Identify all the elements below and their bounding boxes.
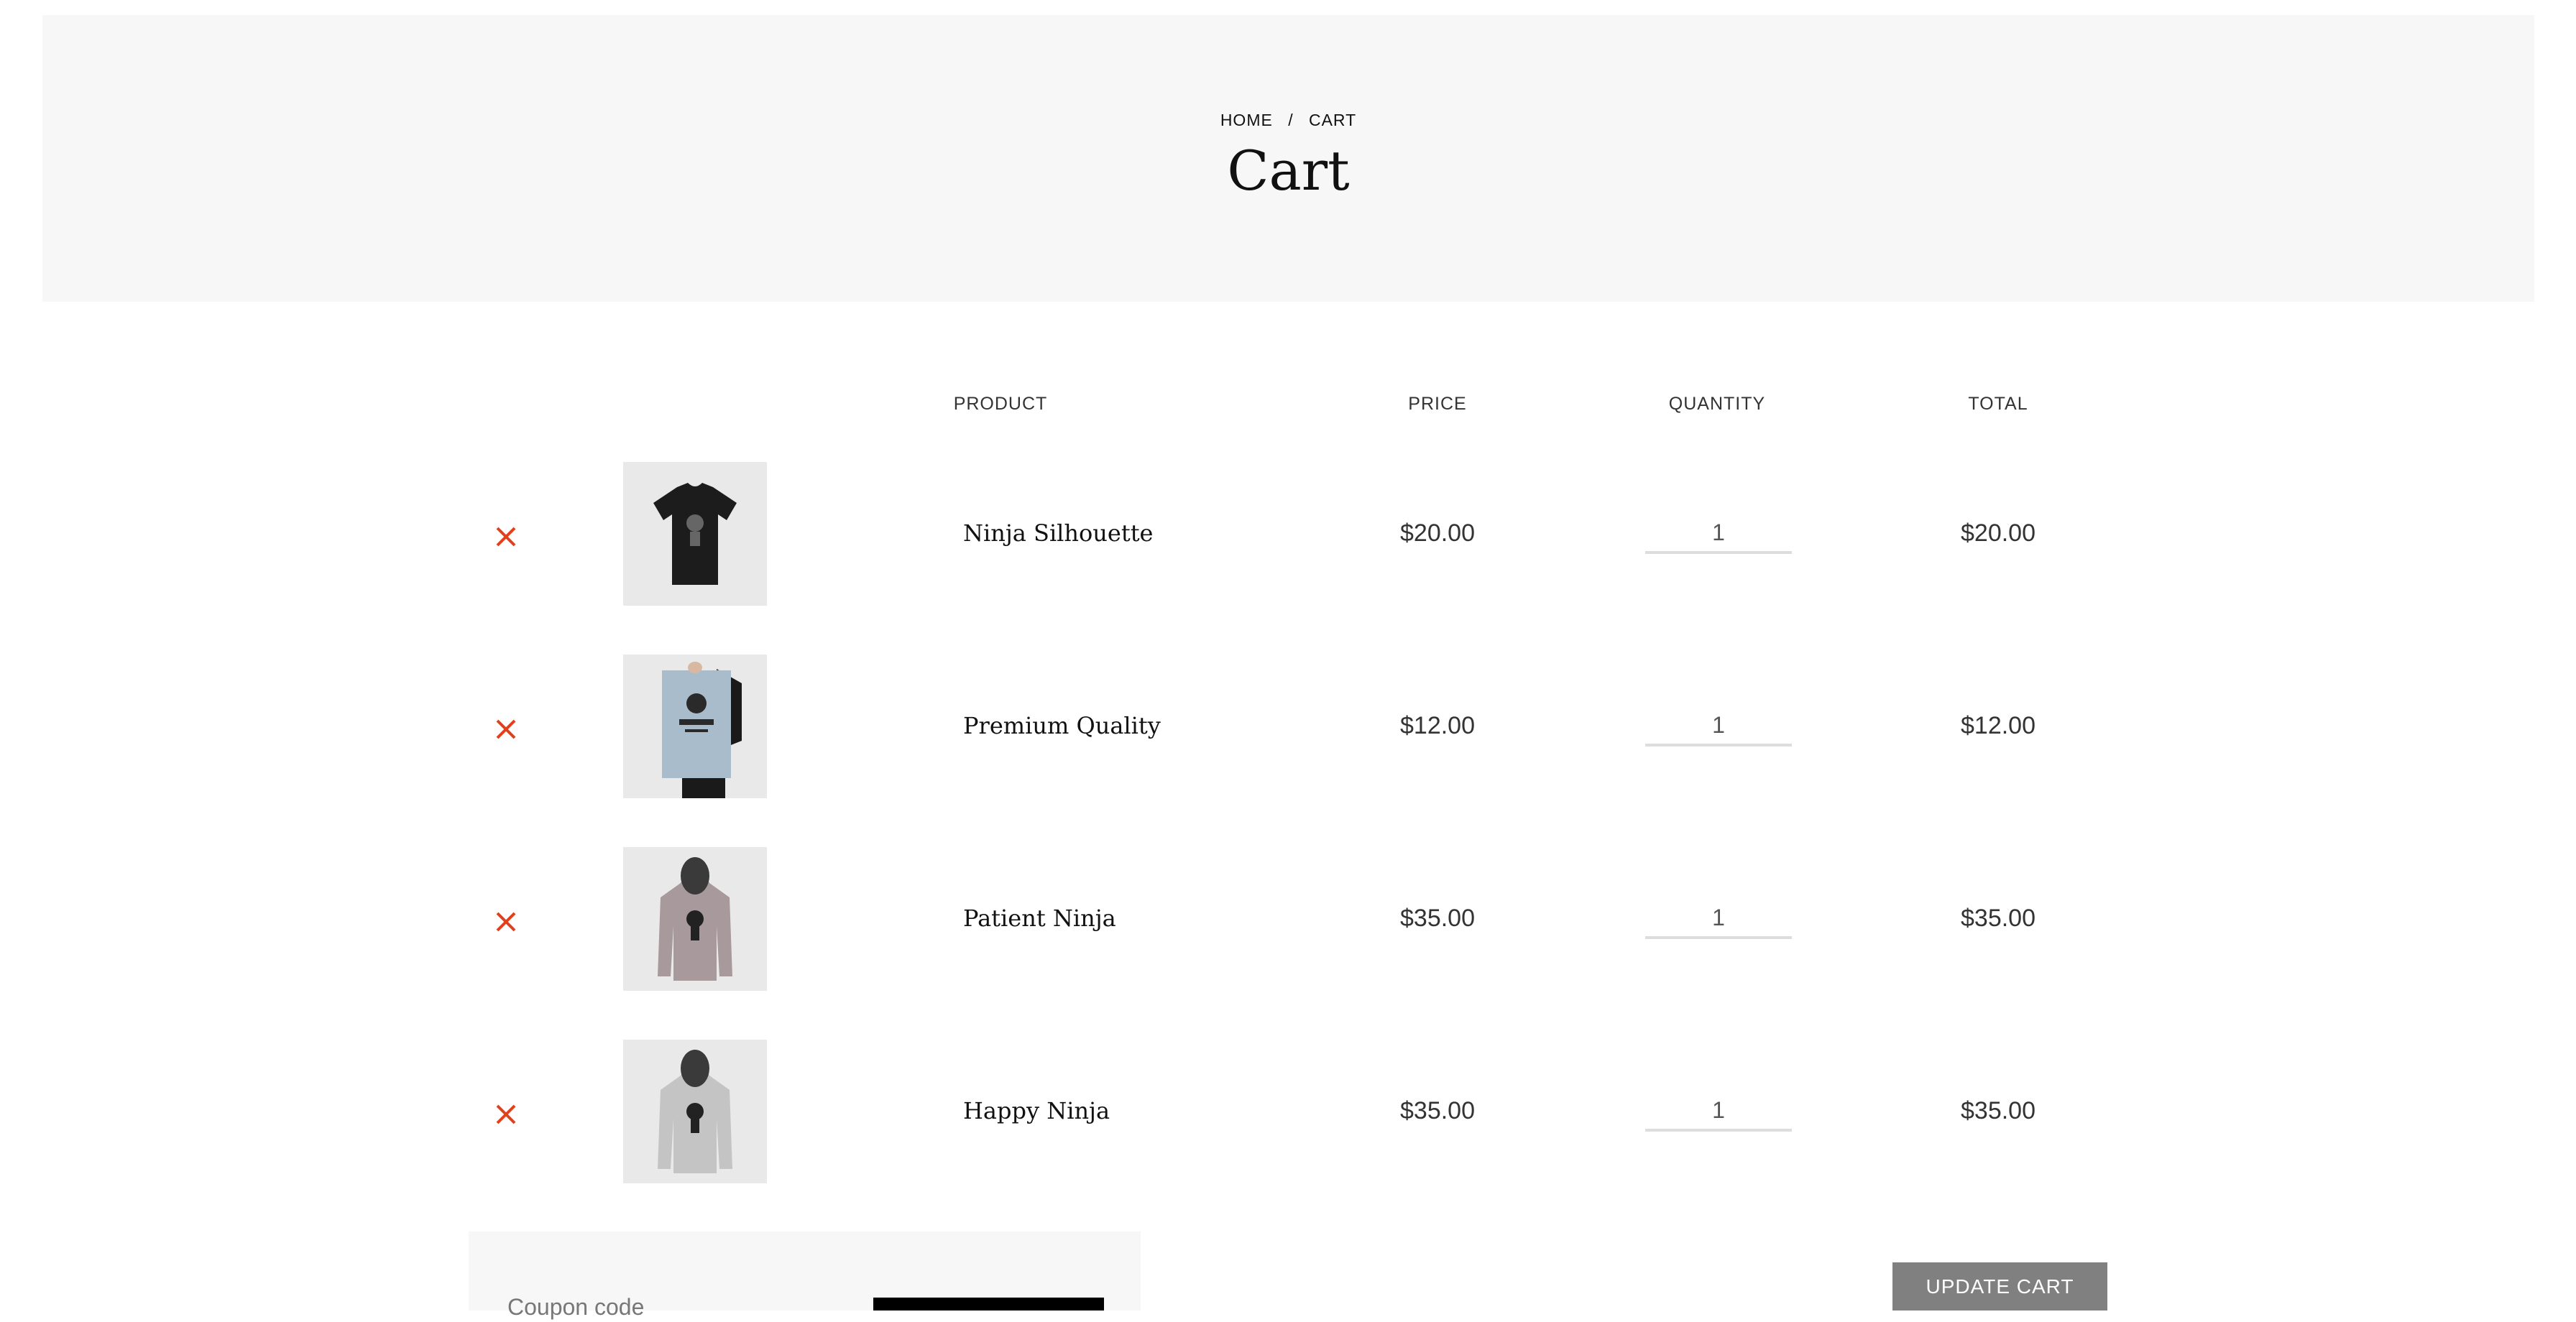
product-thumbnail[interactable] [623,462,767,606]
close-icon [496,527,516,547]
column-header-product: PRODUCT [953,394,1048,414]
tshirt-image [653,483,737,585]
coupon-code-input[interactable] [506,1292,811,1322]
breadcrumb-separator: / [1288,111,1294,129]
product-name-link[interactable]: Patient Ninja [963,905,1116,932]
product-thumbnail[interactable] [623,655,767,798]
page-hero: HOME / CART Cart [42,15,2534,302]
page-title: Cart [1227,139,1350,203]
apply-coupon-button[interactable] [873,1298,1104,1311]
coupon-section [469,1231,1141,1322]
product-thumbnail[interactable] [623,847,767,991]
update-cart-button[interactable]: UPDATE CART [1892,1262,2107,1311]
product-price: $35.00 [1400,1097,1475,1124]
product-name-link[interactable]: Premium Quality [963,712,1161,739]
line-total: $20.00 [1961,519,2036,547]
cart-row: Ninja Silhouette $20.00 $20.00 [0,462,2576,606]
product-name-link[interactable]: Happy Ninja [963,1097,1110,1124]
line-total: $35.00 [1961,905,2036,932]
cart-row: Premium Quality $12.00 $12.00 [0,655,2576,798]
remove-item-button[interactable] [489,905,523,939]
product-name-link[interactable]: Ninja Silhouette [963,519,1153,547]
cart-row: Patient Ninja $35.00 $35.00 [0,847,2576,991]
product-price: $20.00 [1400,519,1475,547]
quantity-input[interactable] [1645,1091,1792,1132]
line-total: $12.00 [1961,712,2036,739]
quantity-input[interactable] [1645,514,1792,554]
close-icon [496,912,516,932]
breadcrumb: HOME / CART [42,111,2534,130]
remove-item-button[interactable] [489,1097,523,1132]
close-icon [496,1104,516,1124]
line-total: $35.00 [1961,1097,2036,1124]
product-price: $12.00 [1400,712,1475,739]
remove-item-button[interactable] [489,712,523,746]
product-price: $35.00 [1400,905,1475,932]
cart-row: Happy Ninja $35.00 $35.00 [0,1040,2576,1183]
breadcrumb-home-link[interactable]: HOME [1220,111,1273,129]
column-header-quantity: QUANTITY [1668,394,1766,414]
quantity-input[interactable] [1645,706,1792,746]
breadcrumb-current: CART [1308,111,1357,129]
quantity-input[interactable] [1645,899,1792,939]
product-thumbnail[interactable] [623,1040,767,1183]
remove-item-button[interactable] [489,519,523,554]
hoodie-image [658,1050,732,1173]
close-icon [496,719,516,739]
poster-image [662,662,742,798]
hoodie-image [658,857,732,981]
column-header-total: TOTAL [1968,394,2028,414]
column-header-price: PRICE [1408,394,1467,414]
